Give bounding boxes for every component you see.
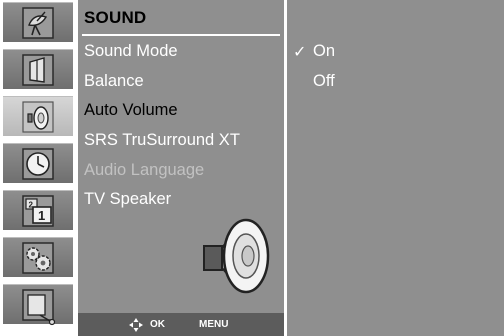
gears-icon xyxy=(22,242,54,274)
picture-in-picture-icon: 2 1 xyxy=(22,195,54,227)
side-menu-time[interactable] xyxy=(3,143,73,183)
picture-panel-icon xyxy=(22,54,54,86)
side-menu-input[interactable] xyxy=(3,284,73,326)
side-menu-option[interactable]: 2 1 xyxy=(3,190,73,230)
title-divider xyxy=(82,34,280,36)
side-menu-picture-mode[interactable] xyxy=(3,49,73,89)
menu-item-balance[interactable]: Balance xyxy=(84,72,144,91)
check-mark-icon: ✓ xyxy=(293,42,307,61)
menu-title: SOUND xyxy=(84,8,147,27)
menu-item-audio-language: Audio Language xyxy=(84,161,205,179)
navigation-hint-bar: OK MENU xyxy=(78,313,284,336)
menu-item-auto-volume[interactable]: Auto Volume xyxy=(84,101,178,120)
menu-hint-label: MENU xyxy=(199,319,229,330)
sound-menu-panel: SOUND Sound Mode Balance Auto Volume SRS… xyxy=(78,0,284,336)
category-icon-column: 2 1 xyxy=(0,0,76,336)
menu-item-sound-mode[interactable]: Sound Mode xyxy=(84,42,178,61)
tv-osd-screen: 2 1 SOUND Sound Mode Balance Auto Volume… xyxy=(0,0,504,336)
ok-hint-label: OK xyxy=(150,319,165,330)
side-menu-setup[interactable] xyxy=(3,2,73,42)
clock-icon xyxy=(22,148,54,180)
move-arrows-icon xyxy=(129,318,143,332)
option-on[interactable]: On xyxy=(313,42,335,61)
option-off[interactable]: Off xyxy=(313,72,335,91)
input-source-icon xyxy=(22,289,56,326)
menu-item-srs-trusurround-xt[interactable]: SRS TruSurround XT xyxy=(84,131,240,150)
side-menu-lock[interactable] xyxy=(3,237,73,277)
side-menu-sound[interactable] xyxy=(3,96,73,136)
auto-volume-options-panel: ✓ On Off xyxy=(287,0,504,336)
sound-speaker-icon xyxy=(22,101,54,133)
speaker-illustration-icon xyxy=(203,218,270,294)
svg-text:1: 1 xyxy=(38,208,45,223)
satellite-dish-icon xyxy=(22,7,54,39)
menu-item-tv-speaker[interactable]: TV Speaker xyxy=(84,190,171,209)
